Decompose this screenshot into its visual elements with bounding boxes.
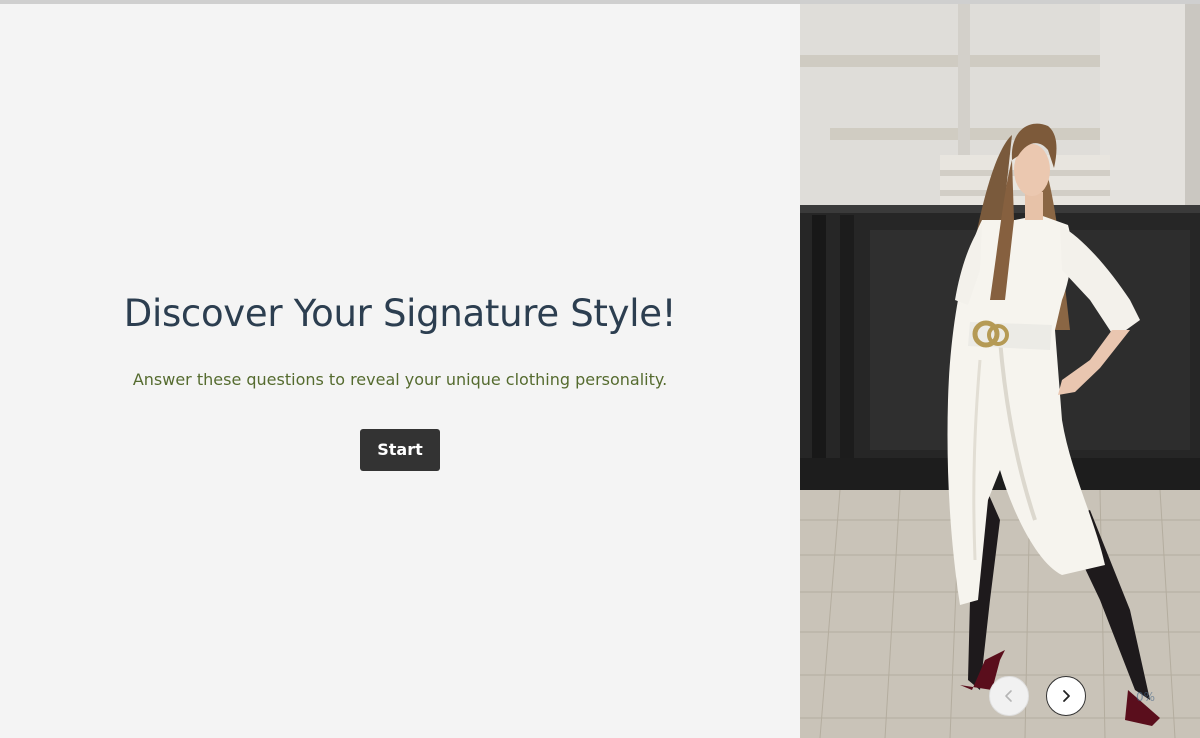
next-button[interactable] [1046, 676, 1086, 716]
previous-button[interactable] [989, 676, 1029, 716]
start-button[interactable]: Start [360, 429, 440, 471]
progress-bar [0, 0, 1200, 4]
progress-percent: 0% [1136, 690, 1156, 704]
hero-photo [800, 0, 1200, 738]
intro-content: Discover Your Signature Style! Answer th… [0, 290, 800, 471]
chevron-left-icon [1005, 690, 1012, 702]
page-subtitle: Answer these questions to reveal your un… [132, 370, 668, 389]
page-title: Discover Your Signature Style! [123, 292, 677, 335]
hero-image [800, 0, 1200, 738]
intro-panel: Discover Your Signature Style! Answer th… [0, 0, 800, 738]
chevron-right-icon [1063, 690, 1070, 702]
